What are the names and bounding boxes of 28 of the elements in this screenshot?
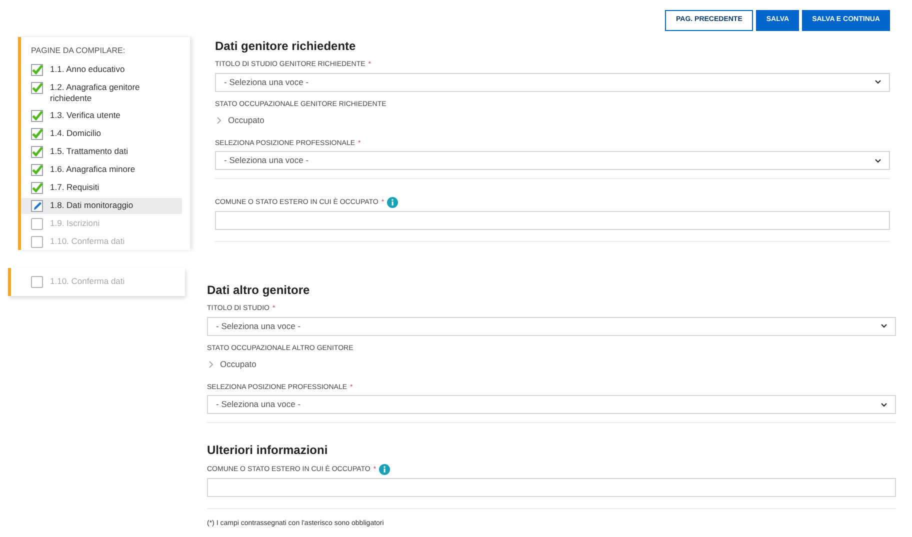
sidebar-item[interactable]: 1.2. Anagrafica genitore richiedente <box>21 80 182 106</box>
chevron-right-icon <box>217 116 221 124</box>
sidebar-title: PAGINE DA COMPILARE: <box>30 45 126 57</box>
select-field[interactable]: - Seleziona una voce - <box>215 151 890 170</box>
sidebar-item[interactable]: 1.6. Anagrafica minore <box>21 162 182 178</box>
input-field[interactable] <box>207 478 896 497</box>
select-field[interactable]: - Seleziona una voce - <box>215 72 890 92</box>
chevron-down-icon <box>881 324 887 328</box>
chevron-down-icon <box>875 80 881 84</box>
section-heading: Dati genitore richiedente <box>215 38 357 55</box>
section-heading: Dati altro genitore <box>207 282 311 299</box>
field-value: Occupato <box>228 114 264 127</box>
chevron-down-icon <box>875 158 881 163</box>
select-field[interactable]: - Seleziona una voce - <box>207 395 896 414</box>
field-value: Occupato <box>220 358 256 371</box>
sidebar-item[interactable]: 1.1. Anno educativo <box>21 62 182 78</box>
sidebar-item[interactable]: 1.8. Dati monitoraggio <box>21 198 182 214</box>
info-icon[interactable] <box>379 464 390 476</box>
select-field[interactable]: - Seleziona una voce - <box>207 316 896 336</box>
input-field[interactable] <box>215 210 890 230</box>
section-heading: Ulteriori informazioni <box>207 442 329 460</box>
sidebar-item[interactable]: 1.7. Requisiti <box>21 180 182 196</box>
sidebar-item[interactable]: 1.5. Trattamento dati <box>21 144 182 160</box>
chevron-down-icon <box>881 402 887 407</box>
info-icon[interactable] <box>387 197 398 208</box>
sidebar-item[interactable]: 1.3. Verifica utente <box>21 108 182 124</box>
sidebar-item[interactable]: 1.4. Domicilio <box>21 126 182 142</box>
chevron-right-icon <box>209 360 213 368</box>
